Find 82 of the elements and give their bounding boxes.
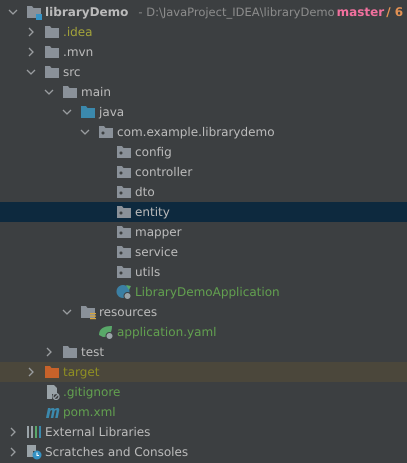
chevron-icon[interactable] xyxy=(26,367,36,377)
tree-item-label: mapper xyxy=(135,225,182,239)
tree-item-label: LibraryDemoApplication xyxy=(135,285,280,299)
chevron-icon[interactable] xyxy=(26,27,36,37)
folder-icon xyxy=(98,124,114,140)
folder-icon xyxy=(80,104,96,120)
tree-item-label: test xyxy=(81,345,104,359)
tree-row[interactable]: src xyxy=(0,62,407,82)
tree-item-label: .idea xyxy=(63,25,93,39)
tree-item-label: .gitignore xyxy=(63,385,120,399)
tree-row[interactable]: application.yaml xyxy=(0,322,407,342)
tree-row[interactable]: entity xyxy=(0,202,407,222)
folder-icon xyxy=(44,24,60,40)
tree-item-label: entity xyxy=(135,205,170,219)
chevron-icon[interactable] xyxy=(44,347,54,357)
chevron-icon[interactable] xyxy=(8,7,18,17)
folder-icon xyxy=(62,344,78,360)
chevron-icon[interactable] xyxy=(44,87,54,97)
folder-icon xyxy=(44,64,60,80)
tree-row[interactable]: resources xyxy=(0,302,407,322)
tree-item-label: .mvn xyxy=(63,45,94,59)
project-path: - D:\JavaProject_IDEA\libraryDemo xyxy=(138,5,335,19)
tree-row[interactable]: .idea xyxy=(0,22,407,42)
tree-item-label: config xyxy=(135,145,172,159)
tree-row[interactable]: pom.xml xyxy=(0,402,407,422)
tree-row[interactable]: controller xyxy=(0,162,407,182)
chevron-icon[interactable] xyxy=(26,67,36,77)
tree-item-label: src xyxy=(63,65,81,79)
tree-row[interactable]: .mvn xyxy=(0,42,407,62)
git-changes-count: / 6 xyxy=(386,5,404,19)
folder-icon xyxy=(116,264,132,280)
folder-icon xyxy=(116,244,132,260)
ignored-file-icon xyxy=(44,384,60,400)
tree-item-label: libraryDemo xyxy=(45,5,128,19)
tree-row[interactable]: mapper xyxy=(0,222,407,242)
scratches-icon xyxy=(26,444,42,460)
tree-item-label: utils xyxy=(135,265,160,279)
tree-item-label: target xyxy=(63,365,100,379)
folder-icon xyxy=(80,304,96,320)
chevron-icon[interactable] xyxy=(80,127,90,137)
libraries-icon xyxy=(26,424,42,440)
tree-row[interactable]: Scratches and Consoles xyxy=(0,442,407,462)
folder-icon xyxy=(26,4,42,20)
tree-row[interactable]: LibraryDemoApplication xyxy=(0,282,407,302)
folder-icon xyxy=(116,164,132,180)
tree-item-label: pom.xml xyxy=(63,405,116,419)
tree-item-label: controller xyxy=(135,165,192,179)
tree-row[interactable]: dto xyxy=(0,182,407,202)
tree-item-label: application.yaml xyxy=(117,325,216,339)
tree-item-label: resources xyxy=(99,305,158,319)
chevron-icon[interactable] xyxy=(8,447,18,457)
chevron-icon[interactable] xyxy=(62,107,72,117)
tree-item-label: main xyxy=(81,85,111,99)
tree-item-label: service xyxy=(135,245,178,259)
tree-row[interactable]: utils xyxy=(0,262,407,282)
tree-row[interactable]: config xyxy=(0,142,407,162)
folder-icon xyxy=(116,144,132,160)
chevron-icon[interactable] xyxy=(8,427,18,437)
tree-row[interactable]: test xyxy=(0,342,407,362)
tree-row[interactable]: .gitignore xyxy=(0,382,407,402)
chevron-icon[interactable] xyxy=(26,47,36,57)
folder-icon xyxy=(44,44,60,60)
tree-row[interactable]: service xyxy=(0,242,407,262)
tree-row[interactable]: main xyxy=(0,82,407,102)
tree-row[interactable]: com.example.librarydemo xyxy=(0,122,407,142)
tree-row[interactable]: java xyxy=(0,102,407,122)
tree-item-label: com.example.librarydemo xyxy=(117,125,275,139)
chevron-icon[interactable] xyxy=(62,307,72,317)
folder-icon xyxy=(44,364,60,380)
folder-icon xyxy=(116,224,132,240)
folder-icon xyxy=(116,184,132,200)
spring-class-icon xyxy=(116,284,132,300)
tree-row[interactable]: External Libraries xyxy=(0,422,407,442)
tree-item-label: java xyxy=(99,105,124,119)
tree-row[interactable]: libraryDemo - D:\JavaProject_IDEA\libraryDemo master / 6 xyxy=(0,2,407,22)
folder-icon xyxy=(62,84,78,100)
folder-icon xyxy=(116,204,132,220)
tree-item-label: dto xyxy=(135,185,155,199)
tree-item-label: External Libraries xyxy=(45,425,150,439)
spring-file-icon xyxy=(98,324,114,340)
tree-item-label: Scratches and Consoles xyxy=(45,445,188,459)
git-branch: master xyxy=(336,5,384,19)
